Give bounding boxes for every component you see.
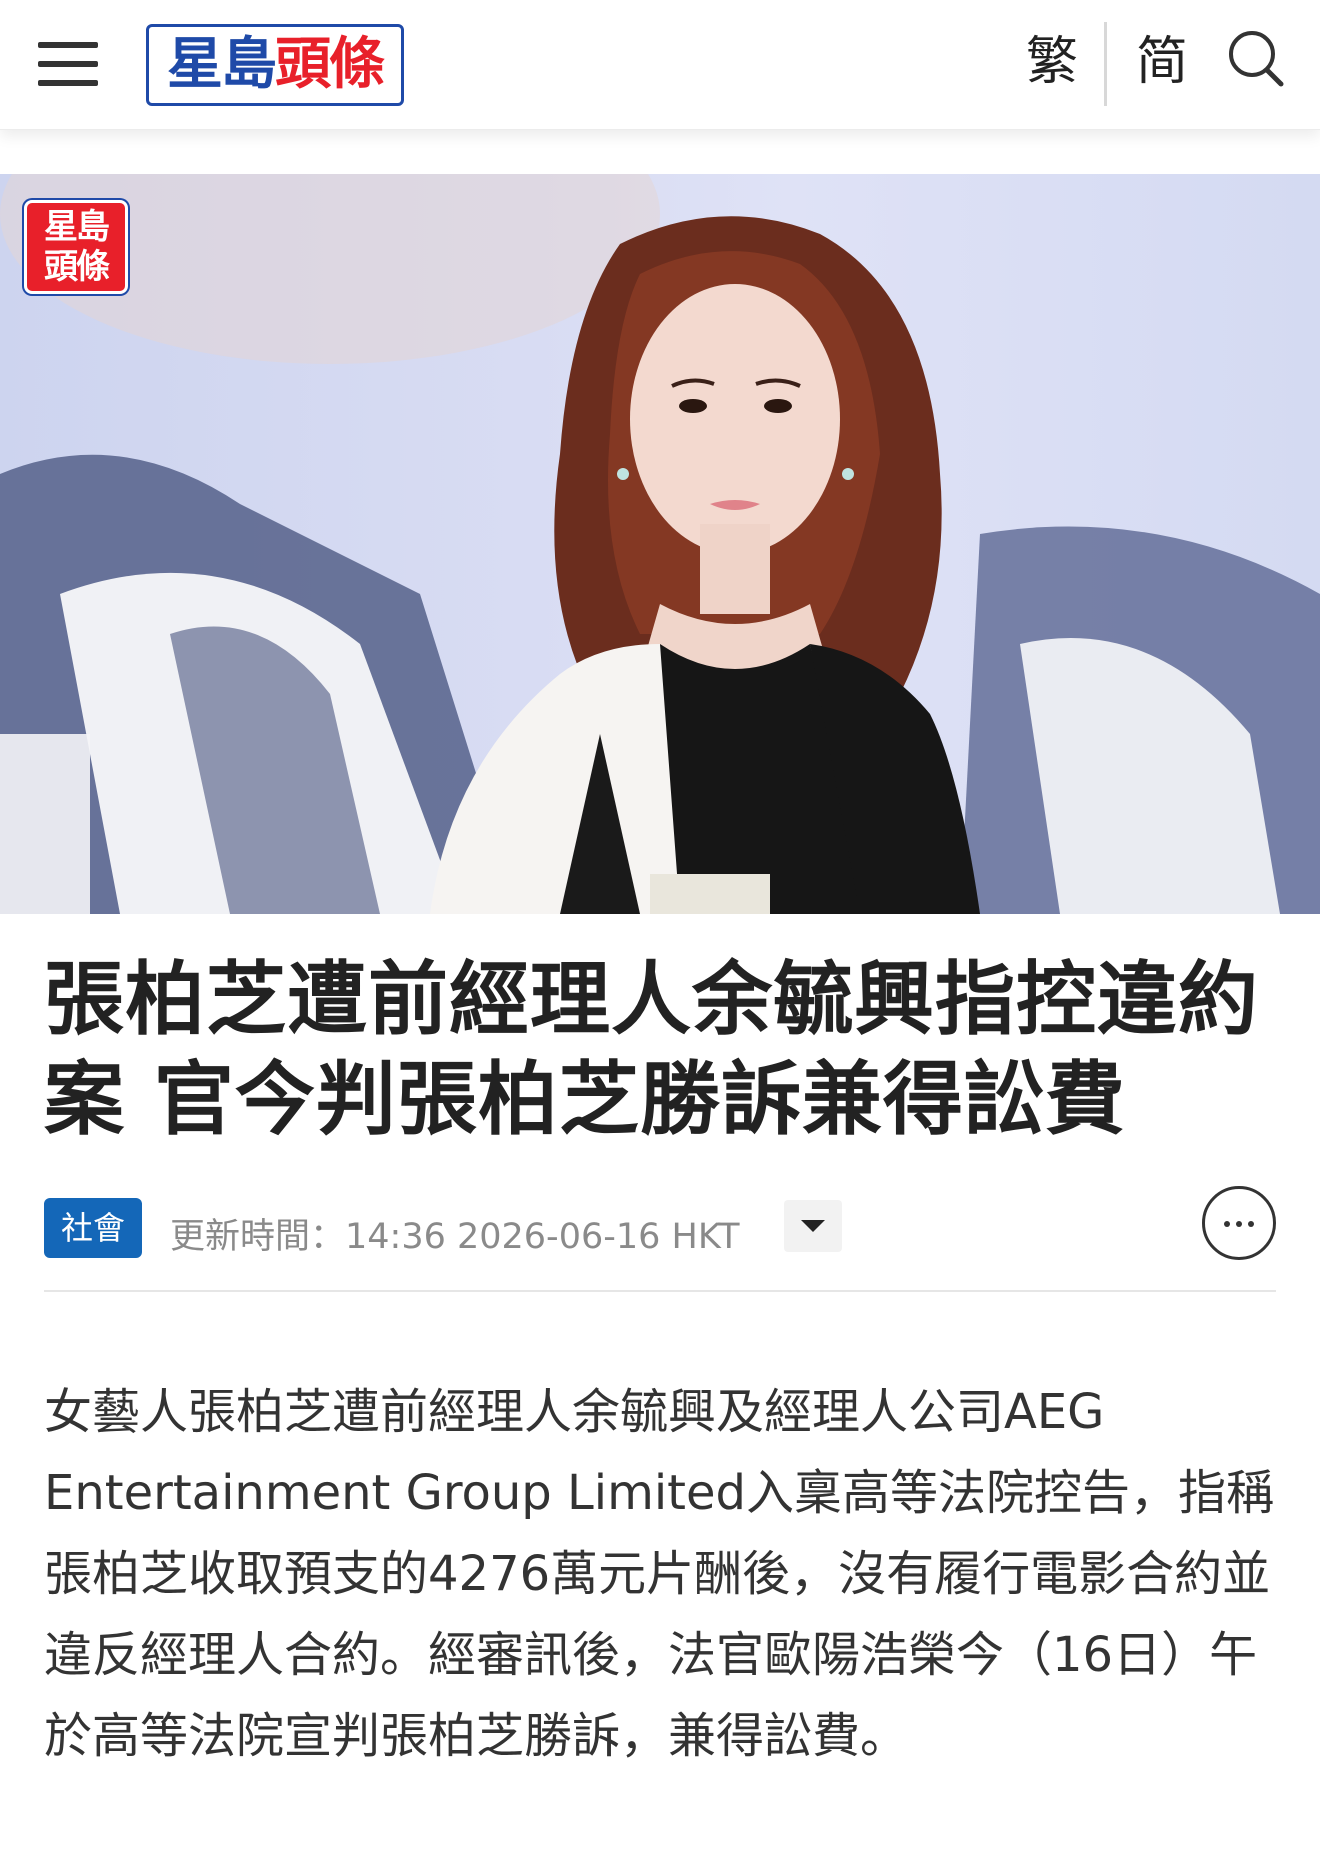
hero-image: 星島 頭條 bbox=[0, 174, 1320, 914]
site-logo[interactable]: 星島 頭條 bbox=[146, 24, 404, 106]
language-simplified-button[interactable]: 简 bbox=[1130, 30, 1194, 94]
article-meta: 社會 更新時間：14:36 2026-06-16 HKT bbox=[44, 1186, 1280, 1262]
hero-watermark-line1: 星島 bbox=[44, 207, 110, 247]
hero-logo-watermark: 星島 頭條 bbox=[24, 200, 128, 294]
language-divider bbox=[1104, 22, 1107, 106]
logo-text-part1: 星島 bbox=[167, 32, 277, 97]
hero-watermark-line2: 頭條 bbox=[44, 247, 110, 287]
logo-text-part2: 頭條 bbox=[275, 32, 385, 97]
language-traditional-button[interactable]: 繁 bbox=[1020, 30, 1084, 94]
search-icon[interactable] bbox=[1226, 26, 1286, 90]
meta-divider bbox=[44, 1290, 1276, 1292]
more-options-icon[interactable] bbox=[1202, 1186, 1276, 1260]
update-time: 更新時間：14:36 2026-06-16 HKT bbox=[170, 1217, 740, 1257]
hero-illustration bbox=[0, 174, 1320, 914]
category-badge[interactable]: 社會 bbox=[44, 1198, 142, 1258]
article-headline: 張柏芝遭前經理人余毓興指控違約案 官今判張柏芝勝訴兼得訟費 bbox=[44, 953, 1259, 1146]
article-body: 女藝人張柏芝遭前經理人余毓興及經理人公司AEG Entertainment Gr… bbox=[44, 1384, 1275, 1764]
top-bar: 星島 頭條 繁 简 bbox=[0, 0, 1320, 130]
hamburger-menu-icon[interactable] bbox=[38, 40, 98, 88]
caret-down-icon[interactable] bbox=[784, 1200, 842, 1252]
